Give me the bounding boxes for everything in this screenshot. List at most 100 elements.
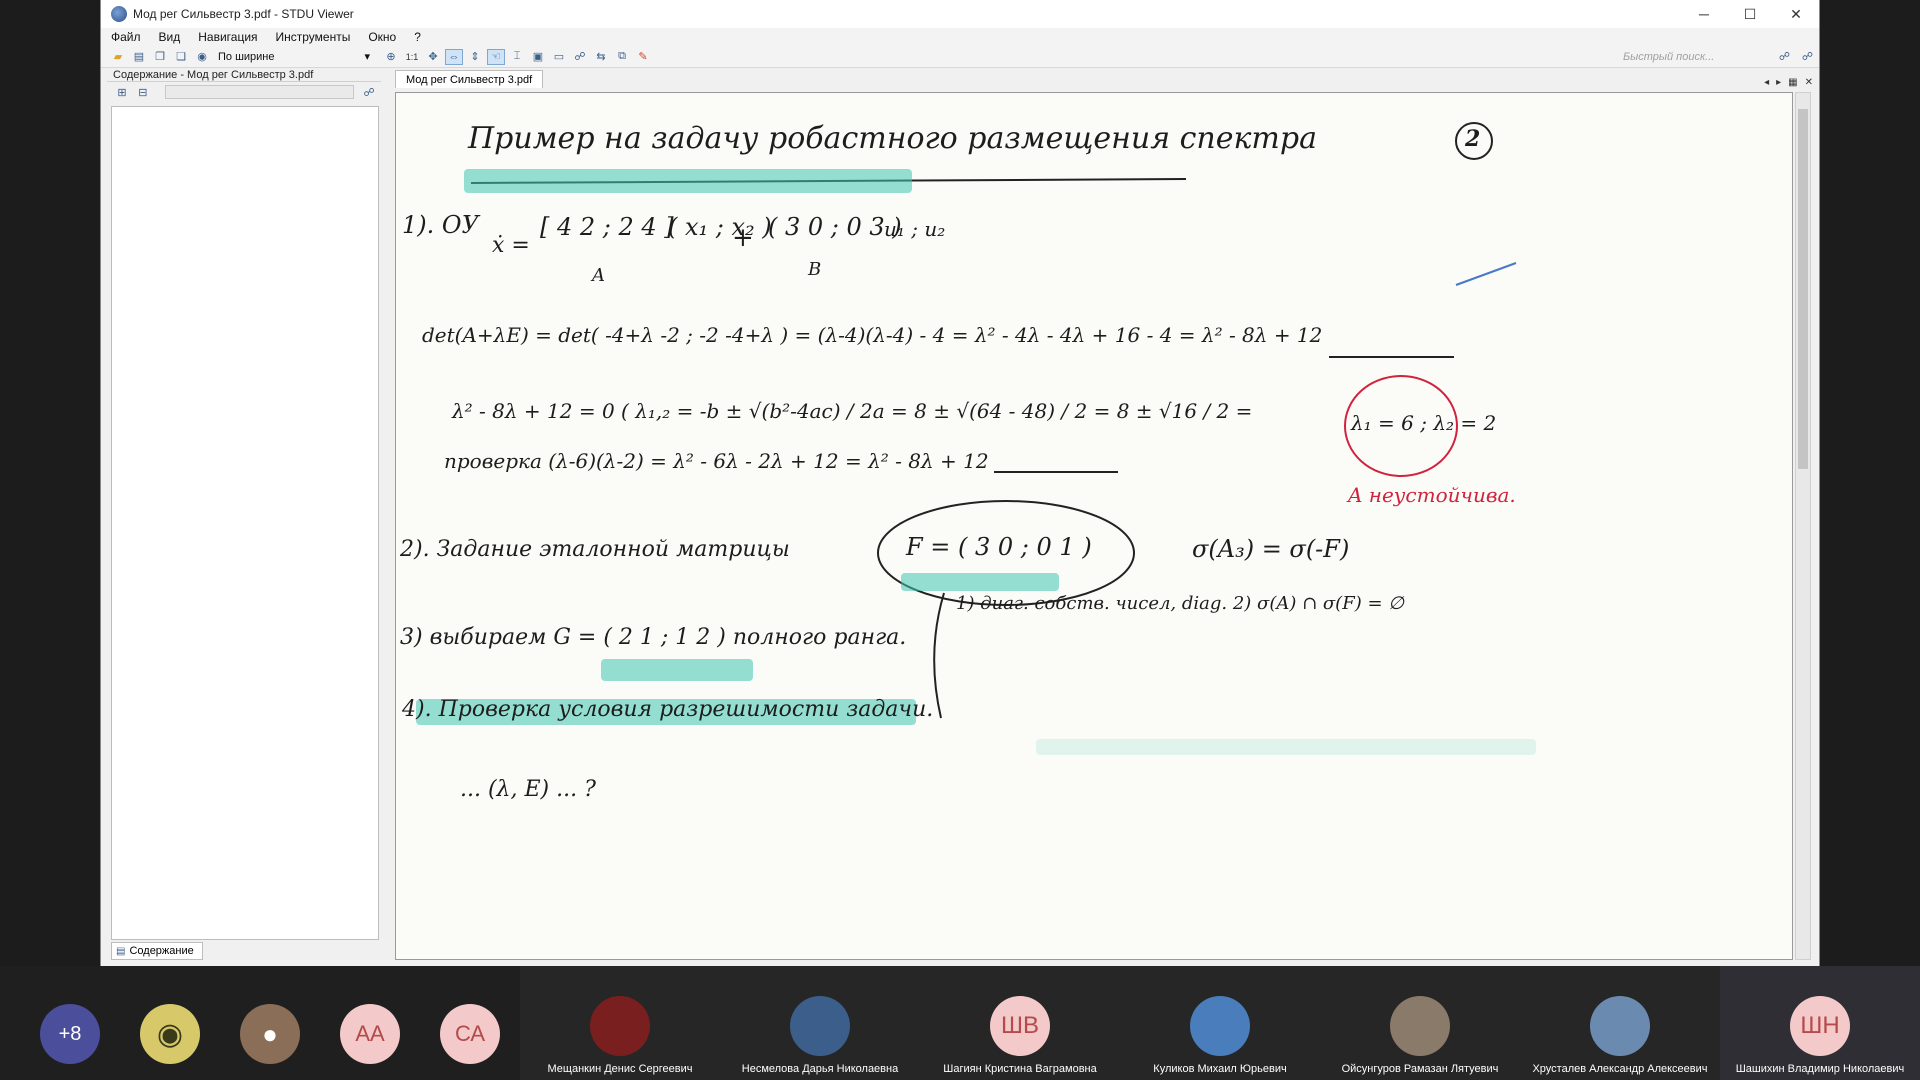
minimize-button[interactable]: ─ [1681, 0, 1727, 28]
participant-avatar-ca[interactable]: СА [440, 1004, 500, 1064]
contents-tab-label: Содержание [129, 945, 194, 957]
menu-window[interactable]: Окно [368, 30, 396, 44]
select-text-icon[interactable]: ⌶ [508, 49, 526, 65]
matrix-b: ( 3 0 ; 0 3 ) [768, 213, 902, 241]
participants-strip: +8 ◉ ● АА СА Мещанкин Денис Сергеевич Не… [0, 966, 1920, 1080]
vector-x: ( x₁ ; x₂ ) [668, 213, 772, 241]
participant-name: Ойсунгуров Рамазан Лятуевич [1341, 1063, 1499, 1075]
snapshot-icon[interactable]: ▣ [529, 49, 547, 65]
participant-tile[interactable]: Ойсунгуров Рамазан Лятуевич [1320, 966, 1520, 1080]
dizzy-face-icon: ◉ [156, 1017, 184, 1051]
single-page-icon[interactable]: ▭ [550, 49, 568, 65]
participant-name: Несмелова Дарья Николаевна [741, 1063, 899, 1075]
fit-width-icon[interactable]: ⇔ [445, 48, 463, 65]
document-tabs: Мод рег Сильвестр 3.pdf ◂ ▸ ▦ ✕ [387, 68, 1817, 88]
contents-tree[interactable] [111, 106, 379, 940]
scrollbar-thumb[interactable] [1798, 109, 1808, 469]
maximize-button[interactable]: ☐ [1727, 0, 1773, 28]
close-button[interactable]: ✕ [1773, 0, 1819, 28]
participant-tile[interactable]: ШВ Шагиян Кристина Ваграмовна [920, 966, 1120, 1080]
participant-photo [1190, 996, 1250, 1056]
tab-prev-icon[interactable]: ◂ [1764, 77, 1769, 88]
menu-file[interactable]: Файл [111, 30, 141, 44]
contents-header: Содержание - Мод рег Сильвестр 3.pdf [107, 68, 381, 82]
vertical-scrollbar[interactable] [1795, 92, 1811, 960]
roots: λ₁ = 6 ; λ₂ = 2 [1351, 411, 1497, 435]
print-icon[interactable]: ▤ [130, 49, 148, 65]
menu-bar: Файл Вид Навигация Инструменты Окно ? [101, 28, 1819, 46]
pdf-page[interactable]: Пример на задачу робастного размещения с… [395, 92, 1793, 960]
app-icon [111, 6, 127, 22]
expand-all-icon[interactable]: ⊞ [113, 84, 131, 100]
participant-avatar-photo[interactable]: ● [240, 1004, 300, 1064]
step2-line: 2). Задание эталонной матрицы [400, 537, 790, 562]
contents-tools: ⊞ ⊟ ☍ [107, 82, 381, 102]
participant-photo [790, 996, 850, 1056]
step5-line: ... (λ, E) ... ? [460, 777, 596, 802]
contents-search-input[interactable] [164, 85, 355, 99]
zoom-icon[interactable]: ◉ [193, 49, 211, 65]
contents-tab[interactable]: ▤ Содержание [111, 942, 203, 960]
page-icon[interactable]: ❏ [172, 49, 190, 65]
menu-navigation[interactable]: Навигация [198, 30, 257, 44]
actual-size-button[interactable]: 1:1 [403, 49, 421, 65]
menu-view[interactable]: Вид [159, 30, 181, 44]
f-matrix-arrow [933, 592, 945, 719]
participant-avatar-aa[interactable]: АА [340, 1004, 400, 1064]
quadratic-line: λ² - 8λ + 12 = 0 ( λ₁,₂ = -b ± √(b²-4ac)… [452, 399, 1253, 423]
g-highlight [601, 659, 753, 681]
copy-icon[interactable]: ❐ [151, 49, 169, 65]
more-participants-button[interactable]: +8 [40, 1004, 100, 1064]
collapse-all-icon[interactable]: ⊟ [134, 84, 152, 100]
person-photo-icon: ● [262, 1018, 278, 1049]
zoom-in-icon[interactable]: ⊕ [382, 49, 400, 65]
label-a: A [592, 265, 605, 286]
conditions: 1) диаг. собств. чисел, diag. 2) σ(A) ∩ … [956, 593, 1404, 614]
step1-label: 1). ОУ [402, 211, 479, 239]
quick-search-input[interactable]: Быстрый поиск... [1623, 49, 1773, 65]
blue-mark [1455, 262, 1517, 286]
step3-line: 3) выбираем G = ( 2 1 ; 1 2 ) полного ра… [400, 625, 907, 650]
document-tab[interactable]: Мод рег Сильвестр 3.pdf [395, 70, 544, 88]
participant-tile[interactable]: Мещанкин Денис Сергеевич [520, 966, 720, 1080]
page-badge: 2 [1465, 126, 1481, 152]
participant-tile[interactable]: Хрусталев Александр Алексеевич [1520, 966, 1720, 1080]
menu-tools[interactable]: Инструменты [276, 30, 351, 44]
title-highlight [464, 169, 912, 193]
tab-list-icon[interactable]: ▦ [1788, 77, 1797, 88]
open-folder-icon[interactable]: ▰ [109, 49, 127, 65]
check-line: проверка (λ-6)(λ-2) = λ² - 6λ - 2λ + 12 … [444, 449, 989, 473]
participant-photo [1590, 996, 1650, 1056]
search-tools: ☍ ☍ [1773, 50, 1819, 63]
hand-tool-icon[interactable]: ☜ [487, 48, 505, 65]
find-options-icon[interactable]: ☍ [1802, 50, 1813, 63]
toolbar: ▰ ▤ ❐ ❏ ◉ По ширине ▾ ⊕ 1:1 ✥ ⇔ ⇕ ☜ ⌶ ▣ … [101, 46, 1819, 68]
participant-photo [590, 996, 650, 1056]
screen: Мод рег Сильвестр 3.pdf - STDU Viewer ─ … [0, 0, 1920, 1080]
stdu-viewer-window: Мод рег Сильвестр 3.pdf - STDU Viewer ─ … [100, 0, 1820, 966]
fit-page-icon[interactable]: ✥ [424, 49, 442, 65]
pages-icon[interactable]: ⧉ [613, 49, 631, 65]
bookmark-icon[interactable]: ✎ [634, 49, 652, 65]
vector-u: u₁ ; u₂ [884, 217, 946, 241]
participant-avatar-emoji[interactable]: ◉ [140, 1004, 200, 1064]
tab-next-icon[interactable]: ▸ [1776, 77, 1781, 88]
participant-photo [1390, 996, 1450, 1056]
participant-tile[interactable]: ШН Шашихин Владимир Николаевич [1720, 966, 1920, 1080]
contents-find-icon[interactable]: ☍ [360, 84, 378, 100]
tab-close-icon[interactable]: ✕ [1805, 77, 1813, 88]
det-line: det(A+λE) = det( -4+λ -2 ; -2 -4+λ ) = (… [422, 323, 1323, 347]
participant-initials: ШВ [990, 996, 1050, 1056]
participant-name: Хрусталев Александр Алексеевич [1532, 1063, 1708, 1075]
participant-tile[interactable]: Несмелова Дарья Николаевна [720, 966, 920, 1080]
participant-name: Шашихин Владимир Николаевич [1735, 1063, 1905, 1075]
spectra-equality: σ(A₃) = σ(-F) [1192, 535, 1350, 563]
binoculars-icon[interactable]: ☍ [571, 49, 589, 65]
find-icon[interactable]: ☍ [1779, 50, 1790, 63]
participant-tile[interactable]: Куликов Михаил Юрьевич [1120, 966, 1320, 1080]
zoom-mode-select[interactable]: По ширине ▾ [214, 49, 374, 65]
fit-height-icon[interactable]: ⇕ [466, 49, 484, 65]
menu-help[interactable]: ? [414, 30, 421, 44]
back-forward-icon[interactable]: ⇆ [592, 49, 610, 65]
label-b: B [808, 259, 822, 280]
